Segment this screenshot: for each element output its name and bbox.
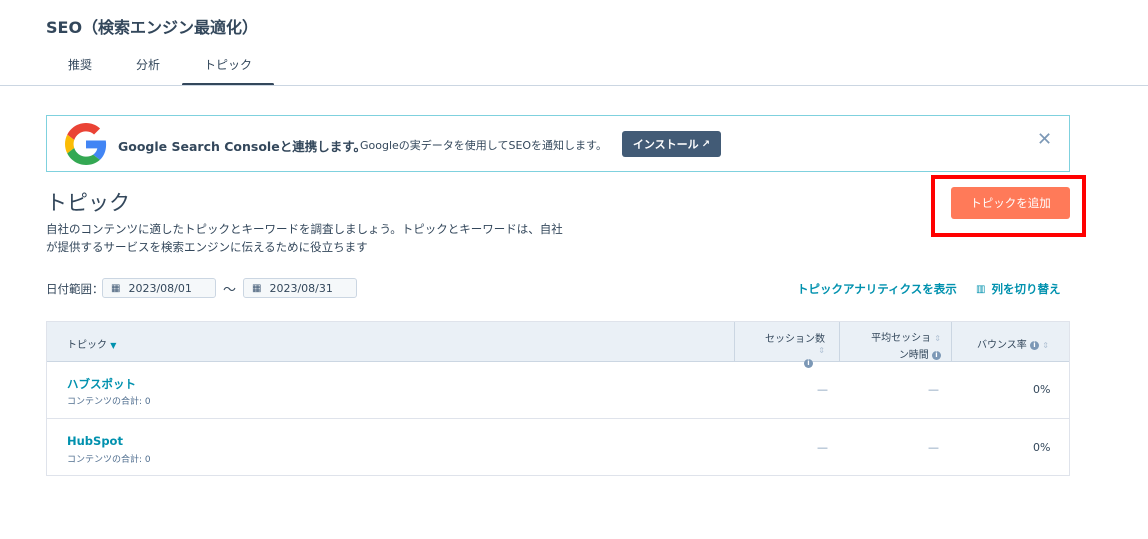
table-header: トピック ▼ セッション数 ⇕ i 平均セッショ ⇕ ン時間 i バウンス率 i… — [47, 322, 1069, 368]
columns-icon: ▥ — [976, 283, 986, 295]
toggle-columns-label: 列を切り替え — [991, 282, 1061, 296]
sort-down-icon: ▼ — [110, 341, 117, 350]
end-date-value: 2023/08/31 — [269, 281, 333, 295]
page-title: SEO（検索エンジン最適化） — [46, 18, 259, 37]
column-header-avg-session[interactable]: 平均セッショ ⇕ ン時間 i — [867, 329, 941, 361]
section-description: 自社のコンテンツに適したトピックとキーワードを調査しましょう。トピックとキーワー… — [46, 222, 563, 254]
external-link-icon: ↗ — [701, 138, 711, 150]
topic-analytics-link[interactable]: トピックアナリティクスを表示 — [797, 281, 957, 297]
banner-title: Google Search Consoleと連携します。 — [118, 139, 366, 154]
tab-analysis[interactable]: 分析 — [114, 50, 182, 86]
sessions-value: — — [817, 441, 828, 454]
calendar-icon: ▦ — [111, 282, 121, 294]
column-header-topic-label: トピック — [67, 340, 107, 351]
bounce-rate-value: 0% — [1033, 383, 1051, 396]
column-header-sessions-label: セッション数 — [765, 334, 825, 345]
column-header-bounce[interactable]: バウンス率 i ⇕ — [977, 336, 1049, 351]
column-header-bounce-label: バウンス率 — [977, 340, 1027, 351]
column-divider — [951, 322, 952, 362]
add-topic-button[interactable]: トピックを追加 — [951, 187, 1070, 219]
install-button[interactable]: インストール ↗ — [622, 131, 721, 157]
tab-bar: 推奨 分析 トピック — [46, 50, 275, 86]
topic-content-count: コンテンツの合計: 0 — [67, 397, 151, 407]
sort-icon: ⇕ — [818, 346, 825, 355]
info-icon[interactable]: i — [932, 350, 941, 360]
info-icon[interactable]: i — [1030, 340, 1039, 350]
topic-name-link[interactable]: ハブスポット — [67, 376, 136, 392]
column-header-avg-session-line1: 平均セッショ — [871, 333, 932, 344]
install-button-label: インストール — [632, 138, 699, 151]
table-row: HubSpot コンテンツの合計: 0 — — 0% — [47, 420, 1069, 477]
sort-icon: ⇕ — [1042, 341, 1049, 350]
toggle-columns-link[interactable]: ▥ 列を切り替え — [976, 281, 1060, 297]
topic-name-link[interactable]: HubSpot — [67, 434, 123, 448]
avg-session-value: — — [928, 441, 939, 454]
start-date-value: 2023/08/01 — [128, 281, 192, 295]
topics-table: トピック ▼ セッション数 ⇕ i 平均セッショ ⇕ ン時間 i バウンス率 i… — [46, 321, 1070, 476]
table-row: ハブスポット コンテンツの合計: 0 — — 0% — [47, 362, 1069, 419]
bounce-rate-value: 0% — [1033, 441, 1051, 454]
calendar-icon: ▦ — [252, 282, 262, 294]
end-date-input[interactable]: ▦ 2023/08/31 — [243, 278, 357, 298]
google-logo-icon — [65, 123, 107, 165]
sessions-value: — — [817, 383, 828, 396]
date-range-label: 日付範囲： — [46, 282, 104, 296]
column-header-topic[interactable]: トピック ▼ — [67, 336, 116, 351]
sort-icon: ⇕ — [934, 334, 941, 343]
tabs-divider — [0, 85, 1148, 86]
column-divider — [839, 322, 840, 362]
topic-content-count: コンテンツの合計: 0 — [67, 455, 151, 465]
start-date-input[interactable]: ▦ 2023/08/01 — [102, 278, 216, 298]
column-divider — [734, 322, 735, 362]
avg-session-value: — — [928, 383, 939, 396]
tab-topics[interactable]: トピック — [182, 50, 275, 86]
close-icon[interactable]: ✕ — [1037, 129, 1052, 150]
search-console-banner: Google Search Consoleと連携します。 Googleの実データ… — [46, 115, 1070, 172]
banner-description: Googleの実データを使用してSEOを通知します。 — [360, 139, 607, 152]
column-header-avg-session-line2: ン時間 — [898, 350, 929, 361]
section-title: トピック — [46, 191, 130, 215]
tab-recommendations[interactable]: 推奨 — [46, 50, 114, 86]
date-separator: ～ — [223, 283, 237, 298]
